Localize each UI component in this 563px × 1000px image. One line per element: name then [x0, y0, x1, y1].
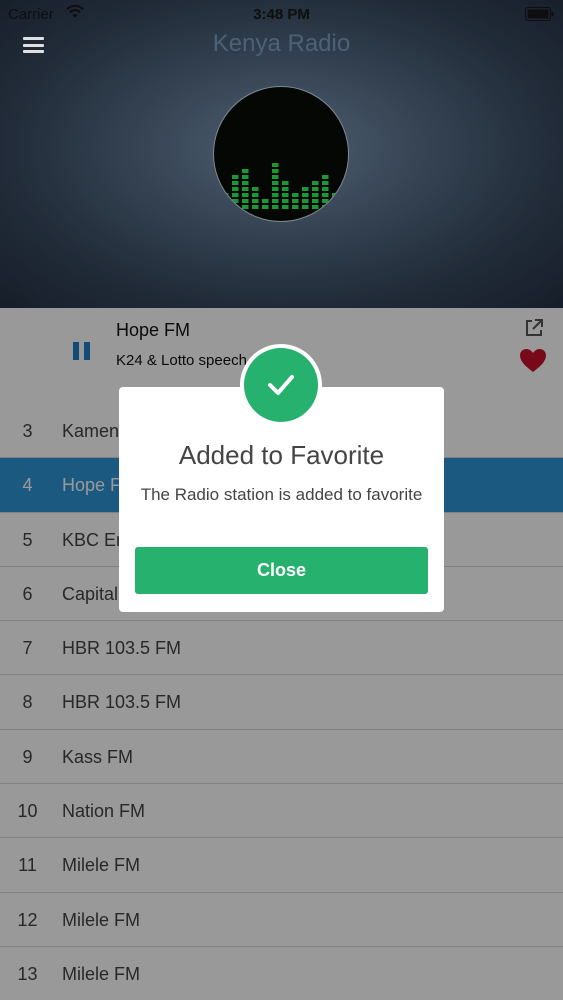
- dialog-title: Added to Favorite: [178, 440, 385, 470]
- close-button[interactable]: Close: [135, 547, 428, 594]
- success-badge: [240, 344, 322, 426]
- modal-backdrop-top: [0, 0, 563, 308]
- dialog-message: The Radio station is added to favorite: [140, 485, 423, 504]
- checkmark-icon: [268, 375, 294, 395]
